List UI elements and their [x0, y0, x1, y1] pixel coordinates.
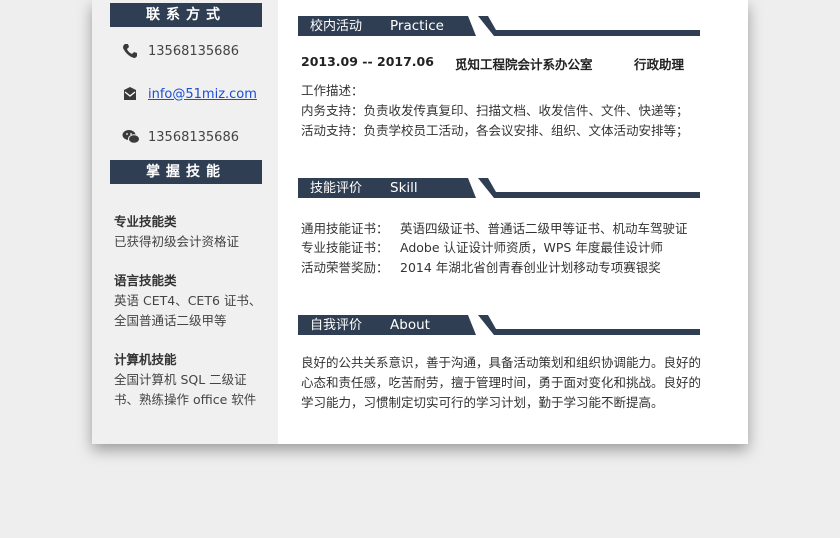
- section-title-en: Skill: [390, 180, 418, 196]
- phone-icon: [122, 43, 140, 59]
- cert-row: 专业技能证书： Adobe 认证设计师资质，WPS 年度最佳设计师: [301, 237, 663, 256]
- contact-phone: 13568135686: [122, 43, 239, 59]
- experience-org: 觅知工程院会计系办公室: [455, 57, 593, 72]
- mail-icon: [122, 86, 140, 102]
- skill-group-title: 专业技能类: [114, 214, 177, 229]
- contact-header: 联系方式: [110, 3, 262, 27]
- section-title: 自我评价 About: [310, 315, 430, 335]
- experience-role: 行政助理: [634, 57, 685, 72]
- cert-row: 通用技能证书： 英语四级证书、普通话二级甲等证书、机动车驾驶证: [301, 218, 688, 237]
- skill-group-professional: 专业技能类 已获得初级会计资格证: [114, 212, 264, 252]
- skill-group-line: 全国计算机 SQL 二级证: [114, 372, 247, 387]
- cert-label: 专业技能证书：: [301, 240, 389, 255]
- skill-group-line: 英语 CET4、CET6 证书、: [114, 293, 262, 308]
- skill-group-line: 已获得初级会计资格证: [114, 234, 240, 249]
- skill-group-computer: 计算机技能 全国计算机 SQL 二级证 书、熟练操作 office 软件: [114, 350, 264, 410]
- skill-group-title: 计算机技能: [114, 352, 177, 367]
- phone-text: 13568135686: [148, 43, 239, 59]
- skill-group-line: 书、熟练操作 office 软件: [114, 392, 257, 407]
- about-line: 良好的公共关系意识，善于沟通，具备活动策划和组织协调能力。良好的: [301, 355, 702, 370]
- contact-wechat: 13568135686: [122, 129, 239, 145]
- practice-line: 工作描述：: [301, 83, 364, 98]
- cert-value: 2014 年湖北省创青春创业计划移动专项赛银奖: [400, 260, 661, 275]
- practice-line: 活动支持：负责学校员工活动，各会议安排、组织、文体活动安排等；: [301, 123, 689, 138]
- section-title: 校内活动 Practice: [310, 16, 444, 36]
- wechat-icon: [122, 129, 140, 145]
- section-title-cn: 自我评价: [310, 318, 363, 333]
- about-line: 心态和责任感，吃苦耐劳，擅于管理时间，勇于面对变化和挑战。良好的: [301, 375, 702, 390]
- cert-value: Adobe 认证设计师资质，WPS 年度最佳设计师: [400, 240, 663, 255]
- skills-header: 掌握技能: [110, 160, 262, 184]
- section-header-practice: 校内活动 Practice: [298, 16, 700, 40]
- skill-group-language: 语言技能类 英语 CET4、CET6 证书、 全国普通话二级甲等: [114, 271, 264, 331]
- section-title-cn: 技能评价: [310, 181, 363, 196]
- cert-label: 通用技能证书：: [301, 221, 389, 236]
- section-title-en: About: [390, 317, 430, 333]
- contact-email: info@51miz.com: [122, 86, 257, 102]
- email-link[interactable]: info@51miz.com: [148, 87, 257, 102]
- cert-row: 活动荣誉奖励： 2014 年湖北省创青春创业计划移动专项赛银奖: [301, 257, 661, 276]
- section-title-en: Practice: [390, 18, 444, 34]
- practice-line: 内务支持：负责收发传真复印、扫描文档、收发信件、文件、快递等；: [301, 103, 689, 118]
- cert-label: 活动荣誉奖励：: [301, 260, 389, 275]
- cert-value: 英语四级证书、普通话二级甲等证书、机动车驾驶证: [400, 221, 688, 236]
- skill-group-title: 语言技能类: [114, 273, 177, 288]
- section-header-about: 自我评价 About: [298, 315, 700, 339]
- about-line: 学习能力，习惯制定切实可行的学习计划，勤于学习能不断提高。: [301, 395, 664, 410]
- section-title: 技能评价 Skill: [310, 178, 418, 198]
- wechat-text: 13568135686: [148, 129, 239, 145]
- section-header-skill: 技能评价 Skill: [298, 178, 700, 202]
- section-title-cn: 校内活动: [310, 19, 363, 34]
- experience-period: 2013.09 -- 2017.06: [301, 54, 434, 69]
- skill-group-line: 全国普通话二级甲等: [114, 313, 227, 328]
